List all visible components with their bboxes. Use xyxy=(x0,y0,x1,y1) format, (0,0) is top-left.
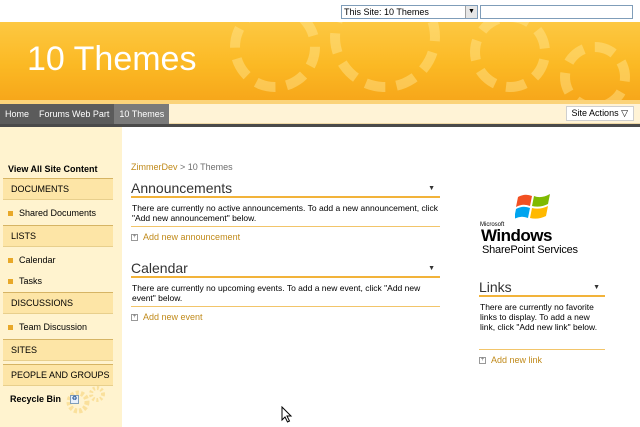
bullet-icon xyxy=(8,210,13,216)
gear-decoration-icon xyxy=(230,22,320,92)
breadcrumb-root-link[interactable]: ZimmerDev xyxy=(131,162,178,172)
calendar-empty-message: There are currently no upcoming events. … xyxy=(131,278,440,307)
announcements-webpart: Announcements ▼ There are currently no a… xyxy=(131,180,440,242)
tab-10-themes[interactable]: 10 Themes xyxy=(114,104,170,124)
add-item-icon: + xyxy=(479,356,486,364)
calendar-title-link[interactable]: Calendar xyxy=(131,260,188,276)
main-content: ZimmerDev > 10 Themes Announcements ▼ Th… xyxy=(122,127,640,427)
webpart-title-bar: Links ▼ xyxy=(479,279,605,297)
search-scope-value: This Site: 10 Themes xyxy=(344,7,429,17)
recycle-bin-icon: ♻ xyxy=(70,394,80,404)
logo-windows-text: Windows xyxy=(481,226,552,245)
add-link-label: Add new link xyxy=(491,355,543,365)
breadcrumb: ZimmerDev > 10 Themes xyxy=(131,162,233,172)
mouse-cursor-icon xyxy=(281,406,293,423)
announcements-title-link[interactable]: Announcements xyxy=(131,180,232,196)
bullet-icon xyxy=(8,257,13,263)
add-link-label: Add new announcement xyxy=(143,232,241,242)
quicklaunch-item-team-discussion[interactable]: Team Discussion xyxy=(8,322,87,332)
links-webpart: Links ▼ There are currently no favorite … xyxy=(479,279,605,365)
tab-home[interactable]: Home xyxy=(0,104,34,124)
recycle-bin-label: Recycle Bin xyxy=(10,394,62,404)
gear-decoration-icon xyxy=(470,22,550,92)
search-scope-select[interactable]: This Site: 10 Themes ▼ xyxy=(341,5,478,19)
page-body: View All Site Content DOCUMENTS Shared D… xyxy=(0,127,640,427)
quicklaunch-header-lists[interactable]: LISTS xyxy=(3,225,113,247)
add-new-link-link[interactable]: + Add new link xyxy=(479,355,605,365)
webpart-title-bar: Calendar ▼ xyxy=(131,260,440,278)
add-new-event-link[interactable]: + Add new event xyxy=(131,312,440,322)
add-link-label: Add new event xyxy=(143,312,203,322)
bullet-icon xyxy=(8,278,13,284)
add-new-announcement-link[interactable]: + Add new announcement xyxy=(131,232,440,242)
webpart-title-bar: Announcements ▼ xyxy=(131,180,440,198)
quicklaunch-item-label: Calendar xyxy=(19,255,56,265)
site-actions-button[interactable]: Site Actions ▽ xyxy=(565,106,634,121)
site-title[interactable]: 10 Themes xyxy=(27,40,196,79)
add-item-icon: + xyxy=(131,313,138,321)
webpart-menu-icon[interactable]: ▼ xyxy=(428,180,435,197)
windows-flag-icon xyxy=(515,194,550,219)
quicklaunch-item-shared-documents[interactable]: Shared Documents xyxy=(8,208,96,218)
calendar-webpart: Calendar ▼ There are currently no upcomi… xyxy=(131,260,440,322)
top-navigation: Home Forums Web Part 10 Themes Site Acti… xyxy=(0,104,640,124)
quicklaunch-header-discussions[interactable]: DISCUSSIONS xyxy=(3,292,113,314)
quicklaunch-item-tasks[interactable]: Tasks xyxy=(8,276,42,286)
quicklaunch-header-documents[interactable]: DOCUMENTS xyxy=(3,178,113,200)
add-item-icon: + xyxy=(131,233,138,241)
windows-sharepoint-services-logo: Microsoft Windows SharePoint Services xyxy=(479,191,601,261)
breadcrumb-current: 10 Themes xyxy=(187,162,233,172)
recycle-bin-link[interactable]: Recycle Bin ♻ xyxy=(10,394,80,404)
quicklaunch-item-label: Tasks xyxy=(19,276,43,286)
bullet-icon xyxy=(8,324,13,330)
quick-launch: View All Site Content DOCUMENTS Shared D… xyxy=(0,127,122,427)
webpart-menu-icon[interactable]: ▼ xyxy=(428,260,435,277)
logo-product-text: SharePoint Services xyxy=(482,244,578,256)
site-banner: 10 Themes xyxy=(0,22,640,100)
quicklaunch-item-calendar[interactable]: Calendar xyxy=(8,255,56,265)
chevron-down-icon[interactable]: ▼ xyxy=(465,6,477,18)
gear-decoration-icon xyxy=(560,42,630,100)
quicklaunch-item-label: Team Discussion xyxy=(19,322,88,332)
quicklaunch-header-sites[interactable]: SITES xyxy=(3,339,113,361)
links-empty-message: There are currently no favorite links to… xyxy=(479,297,605,350)
view-all-site-content-link[interactable]: View All Site Content xyxy=(8,164,98,174)
gear-decoration-icon xyxy=(330,22,440,92)
announcements-empty-message: There are currently no active announceme… xyxy=(131,198,440,227)
search-input[interactable] xyxy=(480,5,633,19)
top-search-bar: This Site: 10 Themes ▼ xyxy=(0,0,640,22)
tab-forums-web-part[interactable]: Forums Web Part xyxy=(34,104,114,124)
top-nav-tabs: Home Forums Web Part 10 Themes xyxy=(0,104,170,124)
webpart-menu-icon[interactable]: ▼ xyxy=(593,279,600,296)
links-title-link[interactable]: Links xyxy=(479,279,512,295)
quicklaunch-item-label: Shared Documents xyxy=(19,208,97,218)
breadcrumb-separator: > xyxy=(180,162,186,172)
